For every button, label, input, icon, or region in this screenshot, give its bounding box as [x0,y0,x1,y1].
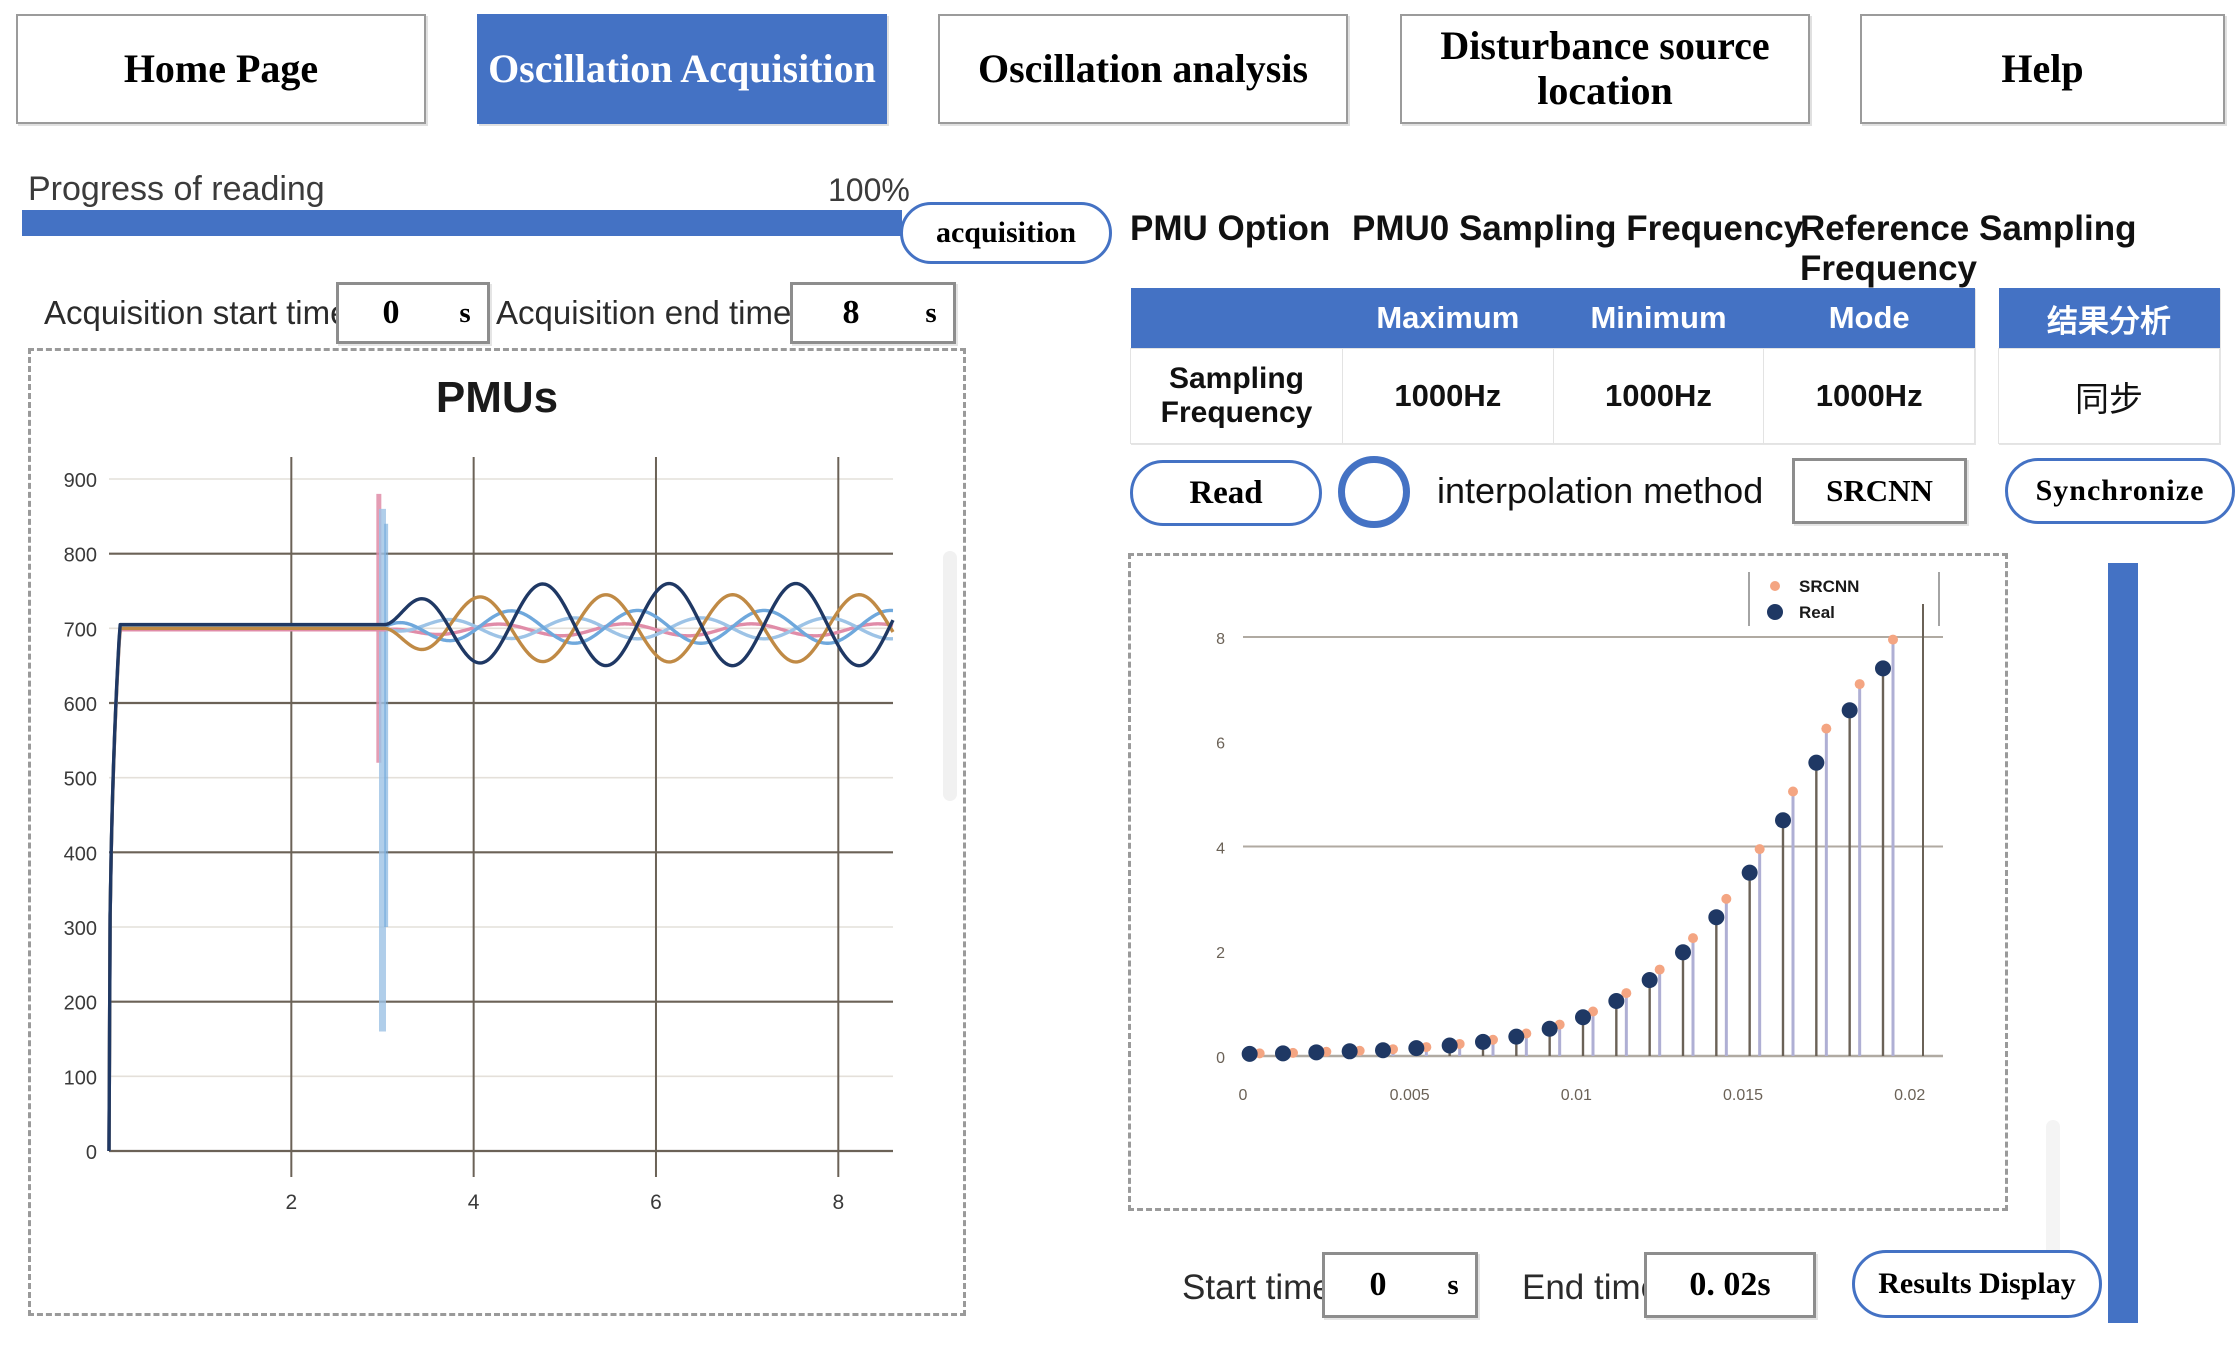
svg-text:2: 2 [1216,945,1225,962]
row-label-sampling-frequency: Sampling Frequency [1130,348,1343,444]
progress-bar [22,210,902,236]
svg-text:700: 700 [64,619,97,641]
result-analysis-value: 同步 [1998,348,2220,444]
acquisition-start-time-input[interactable]: 0 s [336,282,490,344]
read-button-label: Read [1189,474,1263,511]
svg-text:2: 2 [285,1191,297,1214]
svg-text:4: 4 [468,1191,480,1214]
left-panel-scrollbar[interactable] [943,551,957,801]
sampling-frequency-table: Maximum Minimum Mode Sampling Frequency … [1130,288,1975,444]
nav-tab-oscillation-acquisition[interactable]: Oscillation Acquisition [477,14,887,124]
right-blue-indicator-bar[interactable] [2108,563,2138,1323]
interpolation-method-select[interactable]: SRCNN [1792,458,1967,524]
nav-tab-help[interactable]: Help [1860,14,2225,124]
table-row: Sampling Frequency 1000Hz 1000Hz 1000Hz [1130,348,1975,444]
right-panel-scrollbar[interactable] [2046,1120,2060,1265]
start-time-input[interactable]: 0 s [1322,1252,1478,1318]
svg-text:0: 0 [1216,1050,1225,1067]
interpolation-method-value: SRCNN [1826,473,1933,508]
pmus-chart-panel: PMUs 0 100 200 300 400 500 600 700 800 900 2 4 6 8 [28,348,966,1316]
top-navigation: Home Page Oscillation Acquisition Oscill… [0,14,2240,134]
svg-text:0.02: 0.02 [1894,1087,1925,1104]
result-analysis-header: 结果分析 [1998,288,2220,349]
results-display-button[interactable]: Results Display [1852,1250,2102,1318]
svg-text:800: 800 [64,545,97,567]
read-button[interactable]: Read [1130,460,1322,526]
reference-sampling-frequency-label: Reference Sampling Frequency [1800,209,2137,288]
table-header-blank [1130,288,1343,349]
svg-text:500: 500 [64,769,97,791]
svg-text:600: 600 [64,694,97,716]
table-header-row: Maximum Minimum Mode [1130,288,1975,349]
svg-text:0.01: 0.01 [1561,1087,1592,1104]
svg-text:Real: Real [1799,603,1835,622]
nav-tab-label: Oscillation analysis [977,45,1309,91]
interpolation-method-label: interpolation method [1437,470,1764,511]
table-header-row: 结果分析 [1998,288,2220,349]
nav-tab-disturbance-source-location[interactable]: Disturbance source location [1400,14,1810,124]
nav-tab-label: Help [2001,45,2084,91]
svg-text:0: 0 [1239,1087,1248,1104]
end-time-label: End time [1522,1268,1661,1307]
svg-text:8: 8 [832,1191,844,1214]
svg-text:400: 400 [64,843,97,865]
acquisition-end-time-value: 8 [842,294,860,331]
nav-tab-label: Oscillation Acquisition [488,45,876,91]
svg-text:0.015: 0.015 [1723,1087,1763,1104]
progress-percent-text: 100% [828,172,910,208]
svg-text:900: 900 [64,470,97,492]
start-time-value: 0 [1369,1266,1387,1303]
table-header-maximum: Maximum [1342,288,1554,349]
acquisition-start-time-label: Acquisition start time [44,294,349,331]
svg-text:SRCNN: SRCNN [1799,577,1859,596]
svg-text:6: 6 [650,1191,662,1214]
end-time-input[interactable]: 0. 02s [1644,1252,1816,1318]
acquisition-end-time-label: Acquisition end time [496,294,792,331]
end-time-value: 0. 02s [1689,1266,1771,1303]
acquisition-button-label: acquisition [935,216,1077,249]
table-row: 同步 [1998,348,2220,444]
table-header-mode: Mode [1763,288,1975,349]
pmus-chart-plot: 0 100 200 300 400 500 600 700 800 900 2 4 6 8 [64,457,895,1214]
results-display-button-label: Results Display [1878,1267,2076,1300]
cell-mode: 1000Hz [1763,348,1975,444]
svg-text:8: 8 [1216,631,1225,648]
table-header-minimum: Minimum [1553,288,1764,349]
nav-tab-oscillation-analysis[interactable]: Oscillation analysis [938,14,1348,124]
progress-label: Progress of reading [28,170,325,208]
svg-text:200: 200 [64,993,97,1015]
cell-minimum: 1000Hz [1552,348,1765,444]
start-time-label: Start time [1182,1268,1332,1307]
cell-maximum: 1000Hz [1342,348,1554,444]
svg-text:0.005: 0.005 [1390,1087,1430,1104]
acquisition-end-time-input[interactable]: 8 s [790,282,956,344]
svg-text:6: 6 [1216,736,1225,753]
acquisition-start-time-value: 0 [382,294,400,331]
pmu0-sampling-frequency-label: PMU0 Sampling Frequency [1352,209,1804,248]
acquisition-button[interactable]: acquisition [900,202,1112,264]
acquisition-start-time-unit: s [459,296,471,329]
nav-tab-label: Home Page [123,45,319,91]
status-indicator-circle [1338,456,1410,528]
progress-bar-fill [22,210,902,236]
nav-tab-home-page[interactable]: Home Page [16,14,426,124]
start-time-unit: s [1447,1268,1459,1301]
interpolation-result-panel: 0 2 4 6 8 0 0.005 0.01 0.015 0.02 SRCNN Real [1128,553,2008,1211]
result-analysis-table: 结果分析 同步 [1998,288,2220,444]
nav-tab-label: Disturbance source location [1440,23,1770,113]
svg-text:4: 4 [1216,840,1225,857]
synchronize-button[interactable]: Synchronize [2005,458,2235,524]
pmu-option-label[interactable]: PMU Option [1130,209,1330,249]
acquisition-end-time-unit: s [925,296,937,329]
svg-text:300: 300 [64,918,97,940]
interpolation-stem-plot: 0 2 4 6 8 0 0.005 0.01 0.015 0.02 SRCNN Real [1216,572,1943,1104]
svg-text:0: 0 [86,1142,97,1164]
synchronize-button-label: Synchronize [2035,474,2205,507]
svg-text:100: 100 [64,1067,97,1089]
